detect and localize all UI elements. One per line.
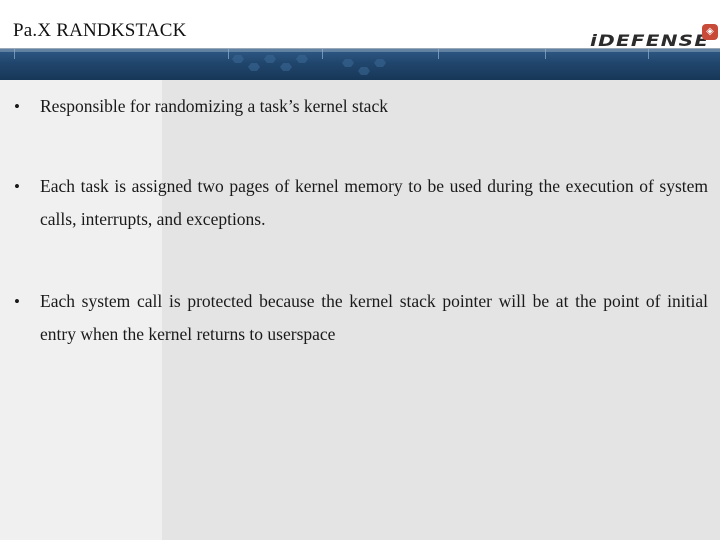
banner-tick bbox=[545, 49, 546, 59]
bullet-marker: • bbox=[14, 292, 20, 311]
banner-hex bbox=[280, 63, 292, 71]
banner-hex bbox=[342, 59, 354, 67]
slide-title: Pa.X RANDKSTACK bbox=[13, 20, 187, 41]
bullet-marker: • bbox=[14, 97, 20, 116]
bullet-text: Each task is assigned two pages of kerne… bbox=[40, 176, 708, 229]
banner-hex bbox=[232, 55, 244, 63]
bullet-item: • Responsible for randomizing a task’s k… bbox=[14, 90, 708, 123]
banner-highlight bbox=[0, 49, 720, 52]
header-bar: Pa.X RANDKSTACK iDEFENSE ◈ bbox=[0, 0, 720, 50]
shield-badge-icon: ◈ bbox=[702, 24, 718, 40]
bullet-item: • Each system call is protected because … bbox=[14, 285, 708, 351]
banner-tick bbox=[322, 49, 323, 59]
bullet-text: Each system call is protected because th… bbox=[40, 291, 708, 344]
banner-tick bbox=[228, 49, 229, 59]
decorative-banner bbox=[0, 49, 720, 80]
banner-hex bbox=[248, 63, 260, 71]
bullet-marker: • bbox=[14, 177, 20, 196]
logo-text: iDEFENSE bbox=[590, 30, 710, 50]
banner-hex bbox=[358, 67, 370, 75]
banner-tick bbox=[648, 49, 649, 59]
banner-tick bbox=[438, 49, 439, 59]
banner-tick bbox=[14, 49, 15, 59]
bullet-item: • Each task is assigned two pages of ker… bbox=[14, 170, 708, 236]
banner-hex bbox=[296, 55, 308, 63]
bullet-text: Responsible for randomizing a task’s ker… bbox=[40, 96, 388, 116]
banner-hex bbox=[264, 55, 276, 63]
banner-hex bbox=[374, 59, 386, 67]
